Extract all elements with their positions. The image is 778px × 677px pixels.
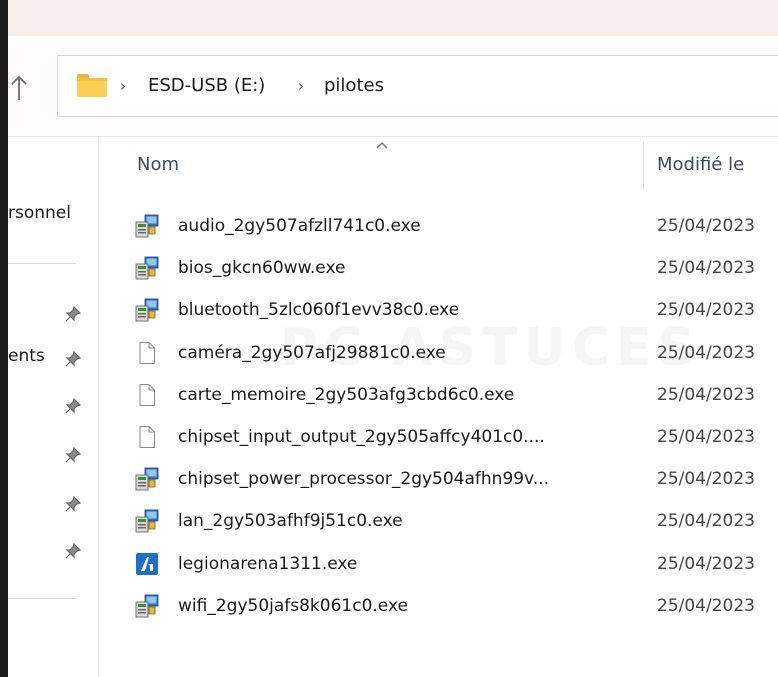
file-name[interactable]: carte_memoire_2gy503afg3cbd6c0.exe [178, 375, 514, 416]
file-modified-date: 25/04/2023 [657, 511, 755, 532]
file-modified-date: 25/04/2023 [657, 258, 755, 279]
breadcrumb-chevron-icon[interactable]: › [120, 74, 126, 98]
file-row[interactable]: chipset_input_output_2gy505affcy401c0...… [128, 417, 778, 458]
file-modified-date: 25/04/2023 [657, 300, 755, 321]
column-header-name[interactable]: Nom [137, 140, 637, 190]
file-name[interactable]: legionarena1311.exe [178, 544, 357, 585]
pane-divider [98, 137, 99, 677]
pin-icon[interactable] [64, 542, 82, 560]
breadcrumb-chevron-icon[interactable]: › [298, 74, 304, 98]
pin-icon[interactable] [64, 446, 82, 464]
file-modified-date: 25/04/2023 [657, 216, 755, 236]
sidebar-divider [8, 598, 76, 599]
breadcrumb-drive[interactable]: ESD-USB (E:) [148, 72, 265, 100]
file-name[interactable]: caméra_2gy507afj29881c0.exe [178, 333, 446, 374]
pin-icon[interactable] [64, 397, 82, 415]
title-strip [8, 0, 778, 36]
installer-icon [135, 214, 159, 238]
file-modified-date: 25/04/2023 [657, 553, 755, 574]
installer-icon [135, 298, 159, 322]
file-icon [135, 383, 159, 407]
file-row[interactable]: carte_memoire_2gy503afg3cbd6c0.exe 25/04/… [128, 375, 778, 416]
address-bar[interactable]: › ESD-USB (E:) › pilotes [57, 55, 778, 117]
file-name[interactable]: wifi_2gy50jafs8k061c0.exe [178, 586, 408, 627]
pin-icon[interactable] [64, 495, 82, 513]
sidebar-item-documents[interactable]: ents [8, 346, 45, 366]
file-name[interactable]: audio_2gy507afzll741c0.exe [178, 206, 421, 247]
file-name[interactable]: lan_2gy503afhf9j51c0.exe [178, 501, 403, 542]
file-name[interactable]: bios_gkcn60ww.exe [178, 248, 345, 289]
file-modified-date: 25/04/2023 [657, 342, 755, 363]
toolbar-divider [8, 136, 778, 137]
installer-icon [135, 509, 159, 533]
file-icon [135, 425, 159, 449]
file-modified-date: 25/04/2023 [657, 384, 755, 405]
installer-icon [135, 256, 159, 280]
sidebar-item-personal[interactable]: rsonnel [8, 203, 71, 223]
file-row[interactable]: wifi_2gy50jafs8k061c0.exe 25/04/2023 [128, 586, 778, 627]
file-row[interactable]: legionarena1311.exe 25/04/2023 [128, 544, 778, 585]
column-divider[interactable] [643, 142, 644, 190]
installer-icon [135, 594, 159, 618]
file-name[interactable]: bluetooth_5zlc060f1evv38c0.exe [178, 290, 459, 331]
file-row[interactable]: bluetooth_5zlc060f1evv38c0.exe 25/04/2023 [128, 290, 778, 331]
file-modified-date: 25/04/2023 [657, 427, 755, 447]
column-header-modified[interactable]: Modifié le [657, 140, 744, 190]
file-row[interactable]: bios_gkcn60ww.exe 25/04/2023 [128, 248, 778, 289]
pin-icon[interactable] [64, 305, 82, 323]
up-arrow-icon[interactable] [10, 74, 30, 104]
file-icon [135, 341, 159, 365]
breadcrumb-folder[interactable]: pilotes [324, 72, 384, 100]
pin-icon[interactable] [64, 350, 82, 368]
app-icon [135, 552, 159, 576]
sidebar-divider [8, 263, 76, 264]
file-row[interactable]: audio_2gy507afzll741c0.exe 25/04/2023 [128, 206, 778, 247]
file-modified-date: 25/04/2023 [657, 595, 755, 616]
file-name[interactable]: chipset_power_processor_2gy504afhn99v... [178, 459, 549, 500]
file-row[interactable]: chipset_power_processor_2gy504afhn99v...… [128, 459, 778, 500]
file-name[interactable]: chipset_input_output_2gy505affcy401c0...… [178, 417, 545, 458]
file-modified-date: 25/04/2023 [657, 469, 755, 490]
file-row[interactable]: lan_2gy503afhf9j51c0.exe 25/04/2023 [128, 501, 778, 542]
window-frame [0, 0, 8, 677]
file-row[interactable]: caméra_2gy507afj29881c0.exe 25/04/2023 [128, 333, 778, 374]
installer-icon [135, 467, 159, 491]
folder-icon [77, 74, 107, 97]
